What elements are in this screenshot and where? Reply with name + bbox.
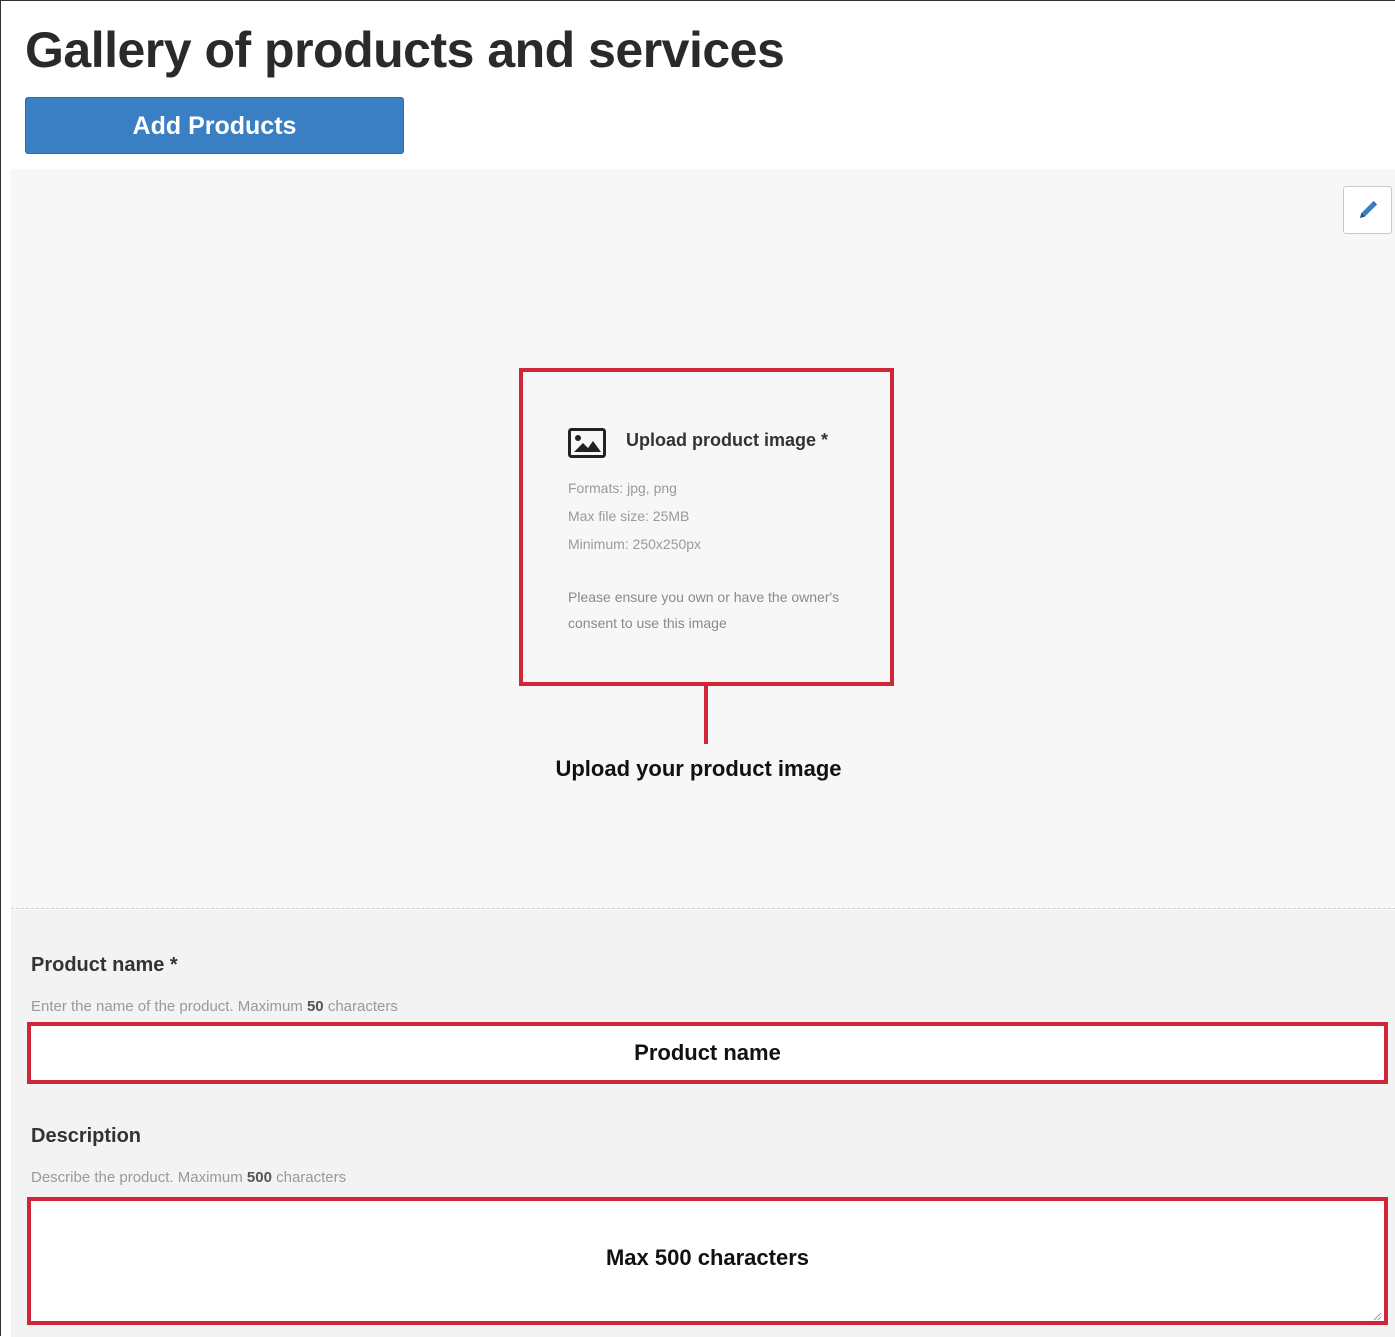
product-name-hint-prefix: Enter the name of the product. Maximum — [31, 998, 307, 1015]
description-label: Description — [31, 1125, 142, 1147]
resize-handle-icon[interactable] — [1372, 1311, 1382, 1321]
callout-connector — [704, 686, 708, 744]
description-hint-prefix: Describe the product. Maximum — [31, 1169, 247, 1186]
add-products-button[interactable]: Add Products — [25, 97, 404, 154]
product-name-input[interactable] — [27, 1022, 1388, 1084]
product-name-hint-limit: 50 — [306, 998, 324, 1015]
image-upload-section: Upload product image * Formats: jpg, png… — [11, 169, 1395, 909]
upload-formats: Formats: jpg, png — [568, 480, 677, 496]
product-name-hint-suffix: characters — [323, 998, 398, 1015]
pencil-icon — [1360, 201, 1377, 218]
upload-consent-note: Please ensure you own or have the owner'… — [568, 589, 840, 631]
product-form: Product name * Enter the name of the pro… — [11, 910, 1395, 1337]
upload-minimum: Minimum: 250x250px — [568, 536, 702, 552]
page-frame: Gallery of products and services Add Pro… — [0, 0, 1395, 1337]
description-textarea[interactable] — [27, 1197, 1388, 1325]
upload-product-image-dropzone[interactable]: Upload product image * Formats: jpg, png… — [519, 368, 894, 686]
image-icon — [568, 428, 606, 458]
page-title: Gallery of products and services — [25, 22, 785, 78]
description-hint-limit: 500 — [246, 1169, 272, 1186]
product-name-hint: Enter the name of the product. Maximum 5… — [31, 998, 398, 1015]
upload-heading: Upload product image * — [626, 430, 829, 450]
description-hint-suffix: characters — [271, 1169, 347, 1186]
upload-max-size: Max file size: 25MB — [568, 508, 690, 524]
description-hint: Describe the product. Maximum 500 charac… — [31, 1169, 346, 1186]
product-name-label: Product name * — [31, 954, 178, 976]
upload-callout-label: Upload your product image — [555, 756, 842, 781]
edit-button[interactable] — [1343, 186, 1392, 234]
